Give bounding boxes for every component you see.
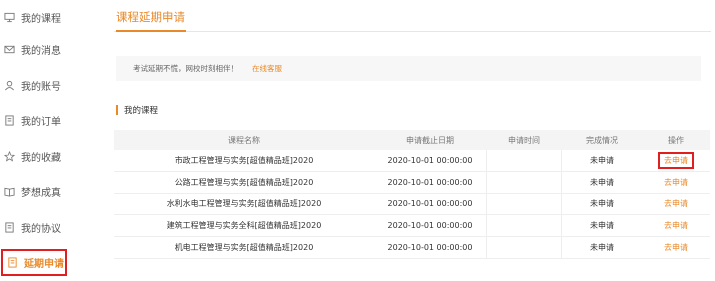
status: 未申请 [590, 155, 614, 165]
monitor-icon [3, 11, 15, 23]
online-service-link[interactable]: 在线客服 [252, 63, 282, 74]
sidebar-item-orders[interactable]: 我的订单 [0, 103, 96, 137]
mail-icon [3, 43, 15, 55]
table-row: 建筑工程管理与实务全科[超值精品班]2020 2020-10-01 00:00:… [114, 215, 710, 238]
status: 未申请 [590, 199, 614, 209]
tab-course-extension[interactable]: 课程延期申请 [116, 9, 185, 25]
deadline: 2020-10-01 00:00:00 [387, 155, 473, 165]
course-name: 机电工程管理与实务[超值精品班]2020 [174, 243, 314, 253]
apply-button[interactable]: 去申请 [664, 242, 688, 253]
sidebar-item-label: 我的订单 [21, 116, 61, 128]
course-name: 建筑工程管理与实务全科[超值精品班]2020 [166, 221, 322, 231]
applied-time [486, 150, 562, 171]
document-icon [3, 221, 15, 233]
table-row: 市政工程管理与实务[超值精品班]2020 2020-10-01 00:00:00… [114, 150, 710, 172]
sidebar-item-courses[interactable]: 我的课程 [0, 0, 96, 34]
apply-button[interactable]: 去申请 [664, 177, 688, 188]
action-cell: 去申请 [642, 215, 710, 236]
header-course-name: 课程名称 [228, 135, 260, 145]
action-cell: 去申请 [642, 237, 710, 258]
sidebar-item-dream[interactable]: 梦想成真 [0, 174, 96, 208]
header-deadline: 申请截止日期 [406, 135, 454, 145]
notice-text: 考试延期不慌，网校时刻相伴！ [133, 64, 238, 73]
section-title: 我的课程 [116, 104, 158, 116]
action-cell: 去申请 [642, 150, 710, 171]
applied-time [486, 171, 562, 193]
applied-time [486, 215, 562, 237]
header-applied-time: 申请时间 [508, 135, 540, 145]
status: 未申请 [590, 177, 614, 187]
applied-time [486, 237, 562, 258]
deadline: 2020-10-01 00:00:00 [387, 221, 473, 231]
courses-table: 课程名称 申请截止日期 申请时间 完成情况 操作 市政工程管理与实务[超值精品班… [114, 130, 710, 259]
sidebar-item-label: 我的课程 [21, 13, 61, 25]
course-name: 市政工程管理与实务[超值精品班]2020 [174, 155, 314, 165]
book-icon [3, 185, 15, 197]
document-icon [3, 114, 15, 126]
sidebar-item-label: 我的账号 [21, 81, 61, 93]
deadline: 2020-10-01 00:00:00 [387, 199, 473, 209]
course-name: 水利水电工程管理与实务[超值精品班]2020 [166, 199, 322, 209]
table-row: 水利水电工程管理与实务[超值精品班]2020 2020-10-01 00:00:… [114, 193, 710, 216]
sidebar-item-label: 我的收藏 [21, 152, 61, 164]
sidebar: 我的课程 我的消息 我的账号 我的订单 我的收藏 梦想成真 我的协议 延期申请 [0, 0, 96, 281]
sidebar-item-label: 我的消息 [21, 45, 61, 57]
star-icon [3, 150, 15, 162]
sidebar-item-messages[interactable]: 我的消息 [0, 32, 96, 66]
applied-time [486, 193, 562, 215]
section-title-bar [116, 105, 118, 115]
status: 未申请 [590, 243, 614, 253]
sidebar-item-account[interactable]: 我的账号 [0, 68, 96, 102]
table-header: 课程名称 申请截止日期 申请时间 完成情况 操作 [114, 130, 710, 150]
header-action: 操作 [668, 135, 684, 145]
status: 未申请 [590, 221, 614, 231]
apply-button[interactable]: 去申请 [664, 198, 688, 209]
notice-banner: 考试延期不慌，网校时刻相伴！ 在线客服 [116, 56, 701, 81]
document-icon [6, 257, 18, 269]
header-status: 完成情况 [586, 135, 618, 145]
action-cell: 去申请 [642, 194, 710, 215]
course-name: 公路工程管理与实务[超值精品班]2020 [174, 177, 314, 187]
tab-divider [114, 31, 711, 32]
sidebar-item-extension[interactable]: 延期申请 [1, 249, 67, 276]
deadline: 2020-10-01 00:00:00 [387, 243, 473, 253]
active-tab-indicator [116, 30, 186, 32]
main-content: 课程延期申请 考试延期不慌，网校时刻相伴！ 在线客服 我的课程 课程名称 申请截… [114, 0, 715, 281]
apply-button[interactable]: 去申请 [664, 220, 688, 231]
sidebar-item-label: 我的协议 [21, 223, 61, 235]
sidebar-item-favorites[interactable]: 我的收藏 [0, 139, 96, 173]
sidebar-item-label: 梦想成真 [21, 187, 61, 199]
sidebar-item-agreements[interactable]: 我的协议 [0, 210, 96, 244]
table-row: 公路工程管理与实务[超值精品班]2020 2020-10-01 00:00:00… [114, 171, 710, 194]
section-title-text: 我的课程 [124, 106, 159, 116]
user-icon [3, 79, 15, 91]
apply-button[interactable]: 去申请 [658, 151, 694, 169]
table-row: 机电工程管理与实务[超值精品班]2020 2020-10-01 00:00:00… [114, 237, 710, 259]
action-cell: 去申请 [642, 172, 710, 193]
deadline: 2020-10-01 00:00:00 [387, 177, 473, 187]
sidebar-item-label: 延期申请 [24, 259, 64, 270]
